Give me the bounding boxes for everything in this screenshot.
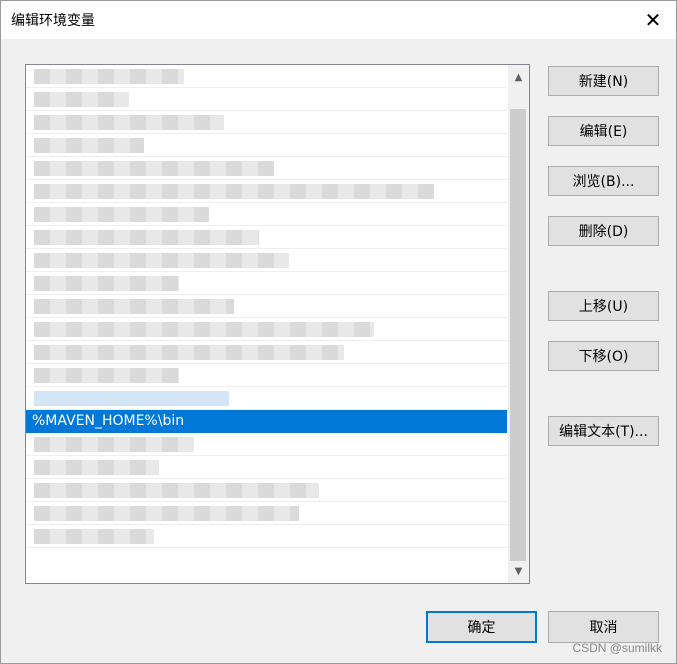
edit-env-var-dialog: 编辑环境变量 ✕ %MAVEN_HOME%\bin ▲ ▼ 新建(N) 编辑(E… (0, 0, 677, 664)
list-item-redacted[interactable] (26, 180, 507, 203)
move-down-button[interactable]: 下移(O) (548, 341, 659, 371)
list-item-redacted[interactable] (26, 525, 507, 548)
list-item-redacted[interactable] (26, 364, 507, 387)
list-item-redacted[interactable] (26, 479, 507, 502)
edit-text-button[interactable]: 编辑文本(T)... (548, 416, 659, 446)
list-item-redacted[interactable] (26, 433, 507, 456)
list-item-redacted[interactable] (26, 272, 507, 295)
vertical-scrollbar[interactable]: ▲ ▼ (508, 65, 529, 583)
list-item-redacted[interactable] (26, 134, 507, 157)
list-item-redacted[interactable] (26, 203, 507, 226)
chevron-up-icon: ▲ (514, 71, 523, 83)
list-rows: %MAVEN_HOME%\bin (26, 65, 507, 548)
scroll-up-arrow[interactable]: ▲ (508, 67, 529, 87)
cancel-button[interactable]: 取消 (548, 611, 659, 643)
list-item-redacted[interactable] (26, 226, 507, 249)
edit-button[interactable]: 编辑(E) (548, 116, 659, 146)
scroll-thumb[interactable] (510, 109, 526, 561)
list-item-redacted[interactable] (26, 318, 507, 341)
list-item-redacted[interactable] (26, 456, 507, 479)
list-item-redacted[interactable] (26, 295, 507, 318)
browse-button[interactable]: 浏览(B)... (548, 166, 659, 196)
list-item-redacted[interactable] (26, 88, 507, 111)
new-button[interactable]: 新建(N) (548, 66, 659, 96)
list-item-redacted[interactable] (26, 387, 507, 410)
list-item-redacted[interactable] (26, 157, 507, 180)
list-item-redacted[interactable] (26, 341, 507, 364)
path-entries-list[interactable]: %MAVEN_HOME%\bin ▲ ▼ (25, 64, 530, 584)
list-item-redacted[interactable] (26, 502, 507, 525)
list-item-redacted[interactable] (26, 65, 507, 88)
ok-button[interactable]: 确定 (426, 611, 537, 643)
list-item-selected[interactable]: %MAVEN_HOME%\bin (26, 410, 507, 433)
chevron-down-icon: ▼ (514, 565, 523, 577)
scroll-down-arrow[interactable]: ▼ (508, 561, 529, 581)
close-icon: ✕ (644, 8, 662, 32)
list-item-redacted[interactable] (26, 111, 507, 134)
title-bar: 编辑环境变量 ✕ (1, 1, 676, 39)
close-button[interactable]: ✕ (630, 1, 676, 39)
list-item-redacted[interactable] (26, 249, 507, 272)
window-title: 编辑环境变量 (11, 13, 95, 29)
watermark: CSDN @sumilkk (572, 641, 662, 655)
move-up-button[interactable]: 上移(U) (548, 291, 659, 321)
delete-button[interactable]: 删除(D) (548, 216, 659, 246)
